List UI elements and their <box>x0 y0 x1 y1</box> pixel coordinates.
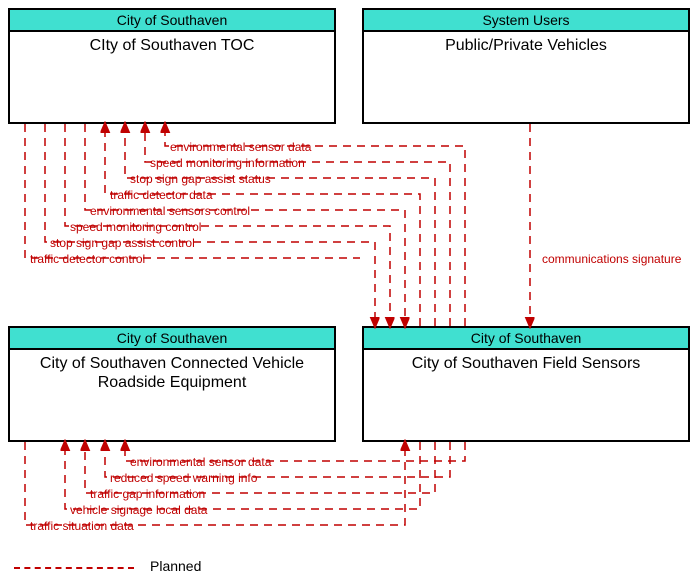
legend-planned-label: Planned <box>150 558 201 574</box>
flow-vehicle-signage: vehicle signage local data <box>70 503 207 517</box>
flow-communications-signature: communications signature <box>542 252 681 266</box>
flow-speed-monitoring-info: speed monitoring information <box>150 156 305 170</box>
node-system-users-body: Public/Private Vehicles <box>364 32 688 59</box>
flow-env-sensor-data-top: environmental sensor data <box>170 140 311 154</box>
node-toc-body: CIty of Southaven TOC <box>10 32 334 59</box>
flow-env-sensor-data-bottom: environmental sensor data <box>130 455 271 469</box>
legend-planned-line <box>14 567 134 569</box>
flow-speed-monitoring-control: speed monitoring control <box>70 220 201 234</box>
flow-traffic-detector-control: traffic detector control <box>30 252 145 266</box>
flow-traffic-detector-data: traffic detector data <box>110 188 213 202</box>
node-system-users-header: System Users <box>364 10 688 32</box>
flow-stop-sign-control: stop sign gap assist control <box>50 236 195 250</box>
node-field-sensors-header: City of Southaven <box>364 328 688 350</box>
node-field-sensors: City of Southaven City of Southaven Fiel… <box>362 326 690 442</box>
flow-stop-sign-status: stop sign gap assist status <box>130 172 271 186</box>
node-system-users: System Users Public/Private Vehicles <box>362 8 690 124</box>
node-roadside-body: City of Southaven Connected Vehicle Road… <box>10 350 334 396</box>
flow-traffic-gap-info: traffic gap information <box>90 487 205 501</box>
node-field-sensors-body: City of Southaven Field Sensors <box>364 350 688 377</box>
flow-env-sensors-control: environmental sensors control <box>90 204 250 218</box>
node-roadside-header: City of Southaven <box>10 328 334 350</box>
node-toc: City of Southaven CIty of Southaven TOC <box>8 8 336 124</box>
node-toc-header: City of Southaven <box>10 10 334 32</box>
flow-traffic-situation-data: traffic situation data <box>30 519 134 533</box>
flow-reduced-speed-warning: reduced speed warning info <box>110 471 257 485</box>
node-roadside-equipment: City of Southaven City of Southaven Conn… <box>8 326 336 442</box>
